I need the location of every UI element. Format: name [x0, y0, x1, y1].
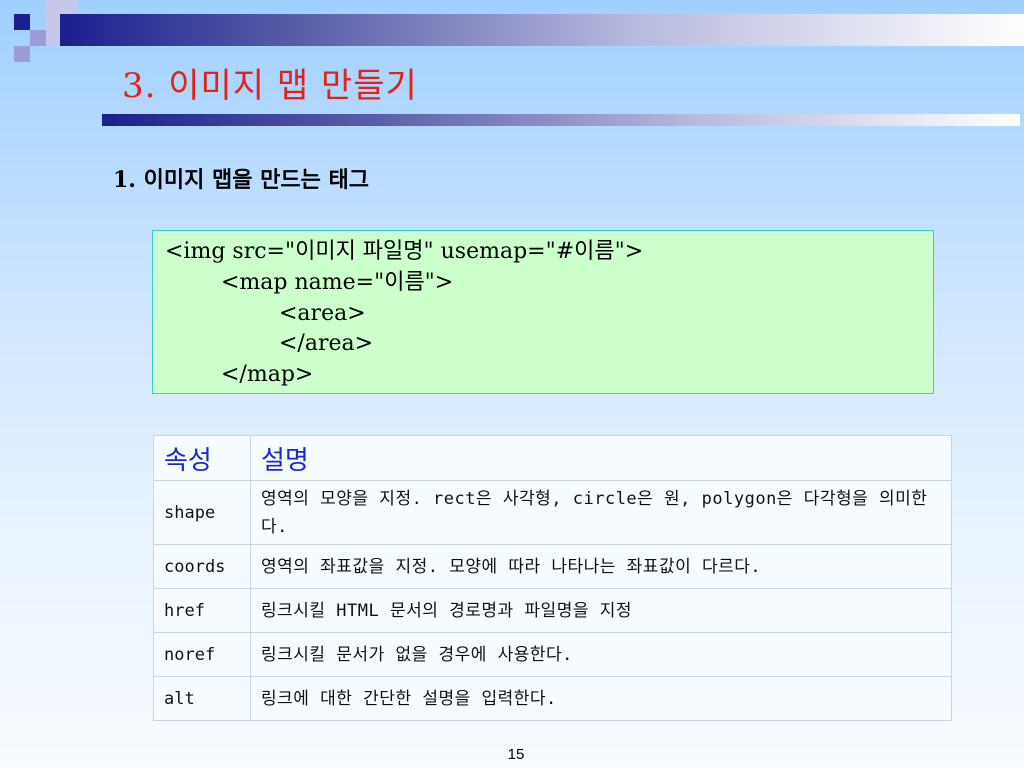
- header-gradient-band: [60, 14, 1024, 46]
- section-subtitle: 1. 이미지 맵을 만드는 태그: [113, 167, 370, 193]
- attribute-cell: noref: [153, 632, 251, 677]
- decor-square: [14, 14, 30, 30]
- header-description: 설명: [250, 435, 952, 481]
- attribute-cell: href: [153, 588, 251, 633]
- code-line: </area>: [279, 331, 374, 356]
- code-line: <map name="이름">: [221, 270, 454, 295]
- table-row: coords 영역의 좌표값을 지정. 모양에 따라 나타나는 좌표값이 다르다…: [153, 544, 952, 589]
- table-row: alt 링크에 대한 간단한 설명을 입력한다.: [153, 676, 952, 721]
- attribute-cell: shape: [153, 480, 251, 545]
- page-number: 15: [507, 746, 525, 763]
- description-cell: 링크에 대한 간단한 설명을 입력한다.: [250, 676, 952, 721]
- description-cell: 영역의 모양을 지정. rect은 사각형, circle은 원, polygo…: [250, 480, 952, 545]
- decor-square: [30, 30, 46, 46]
- code-line: </map>: [221, 362, 314, 387]
- attribute-table: 속성 설명 shape 영역의 모양을 지정. rect은 사각형, circl…: [153, 435, 952, 721]
- header-attribute: 속성: [153, 435, 251, 481]
- title-divider: [102, 114, 1020, 126]
- table-row: shape 영역의 모양을 지정. rect은 사각형, circle은 원, …: [153, 480, 952, 545]
- slide-title: 3. 이미지 맵 만들기: [122, 66, 418, 106]
- table-header-row: 속성 설명: [153, 435, 952, 481]
- code-line: <area>: [279, 301, 366, 326]
- table-row: noref 링크시킬 문서가 없을 경우에 사용한다.: [153, 632, 952, 677]
- description-cell: 링크시킬 HTML 문서의 경로명과 파일명을 지정: [250, 588, 952, 633]
- code-line: <img src="이미지 파일명" usemap="#이름">: [165, 239, 644, 264]
- table-row: href 링크시킬 HTML 문서의 경로명과 파일명을 지정: [153, 588, 952, 633]
- code-example-box: <img src="이미지 파일명" usemap="#이름"> <map na…: [152, 230, 934, 394]
- description-cell: 영역의 좌표값을 지정. 모양에 따라 나타나는 좌표값이 다르다.: [250, 544, 952, 589]
- attribute-cell: alt: [153, 676, 251, 721]
- decor-square: [14, 46, 30, 62]
- attribute-cell: coords: [153, 544, 251, 589]
- description-cell: 링크시킬 문서가 없을 경우에 사용한다.: [250, 632, 952, 677]
